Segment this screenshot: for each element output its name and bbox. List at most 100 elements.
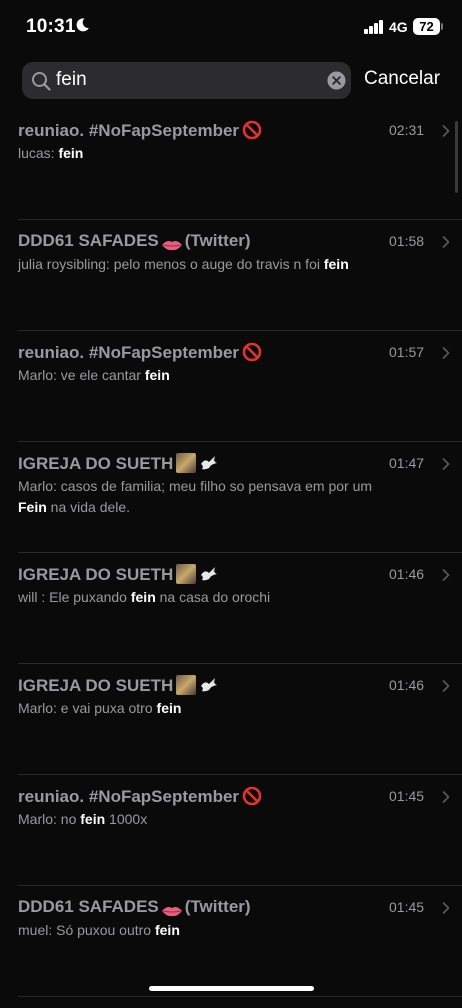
emoji-group bbox=[173, 564, 219, 584]
chevron-right-icon bbox=[442, 125, 450, 137]
message-time: 01:46 bbox=[389, 566, 425, 582]
chat-title-text: IGREJA DO SUETH bbox=[18, 676, 174, 695]
search-match: fein bbox=[154, 922, 180, 938]
chevron-right-icon bbox=[442, 347, 450, 359]
search-match: fein bbox=[323, 256, 349, 272]
message-time: 01:46 bbox=[389, 677, 425, 693]
chat-title-text: reuniao. #NoFapSeptember bbox=[18, 343, 240, 362]
lips-icon bbox=[161, 236, 183, 250]
row-separator bbox=[18, 441, 462, 442]
battery-icon: 72 bbox=[413, 18, 440, 35]
row-separator bbox=[18, 996, 462, 997]
search-match: fein bbox=[80, 811, 106, 827]
message-text-before: ve ele cantar bbox=[60, 367, 141, 383]
emoji-group bbox=[173, 675, 219, 695]
row-separator bbox=[18, 663, 462, 664]
clear-icon[interactable] bbox=[327, 71, 346, 90]
message-snippet: Marlo: no fein 1000x bbox=[18, 809, 398, 830]
message-snippet: julia roysibling: pelo menos o auge do t… bbox=[18, 254, 398, 275]
search-result-row[interactable]: DDD61 SAFADES (Twitter) julia roysibling: … bbox=[0, 231, 462, 342]
chevron-right-icon bbox=[442, 569, 450, 581]
search-match: fein bbox=[144, 367, 170, 383]
chat-title-suffix: (Twitter) bbox=[184, 231, 251, 250]
message-snippet: Marlo: casos de familia; meu filho so pe… bbox=[18, 476, 398, 518]
search-result-row[interactable]: reuniao. #NoFapSeptember Marlo: ve ele ca… bbox=[0, 342, 462, 453]
picture-icon bbox=[176, 564, 197, 584]
message-sender: Marlo: bbox=[18, 478, 57, 494]
message-text-before: casos de familia; meu filho so pensava e… bbox=[60, 478, 373, 494]
chevron-right-icon bbox=[442, 791, 450, 803]
message-snippet: lucas: fein bbox=[18, 143, 398, 164]
search-result-row[interactable]: reuniao. #NoFapSeptember Marlo: no fein 1… bbox=[0, 786, 462, 897]
search-result-row[interactable]: IGREJA DO SUETH Marlo: e vai puxa otro fe… bbox=[0, 675, 462, 786]
message-text-before: Ele puxando bbox=[49, 589, 127, 605]
search-match: fein bbox=[130, 589, 156, 605]
signal-icon bbox=[364, 20, 384, 34]
message-text-before: pelo menos o auge do travis n foi bbox=[113, 256, 320, 272]
message-time: 01:57 bbox=[389, 344, 425, 360]
chat-title-text: reuniao. #NoFapSeptember bbox=[18, 121, 240, 140]
home-indicator[interactable] bbox=[149, 986, 314, 991]
chat-title: IGREJA DO SUETH bbox=[18, 564, 219, 585]
search-result-row[interactable]: reuniao. #NoFapSeptember lucas: fein 02:3… bbox=[0, 120, 462, 231]
status-bar: 10:31 4G 72 bbox=[0, 0, 462, 56]
row-separator bbox=[18, 774, 462, 775]
no-entry-icon bbox=[242, 342, 262, 362]
message-sender: lucas: bbox=[18, 145, 55, 161]
chat-title: DDD61 SAFADES (Twitter) bbox=[18, 231, 251, 251]
search-input[interactable]: fein bbox=[56, 69, 87, 91]
message-time: 02:31 bbox=[389, 122, 425, 138]
search-result-row[interactable]: IGREJA DO SUETH will : Ele puxando fein n… bbox=[0, 564, 462, 675]
message-sender: muel: bbox=[18, 922, 53, 938]
message-text-before: Só puxou outro bbox=[56, 922, 152, 938]
search-result-row[interactable]: DDD61 SAFADES (Twitter) muel: Só puxou out… bbox=[0, 897, 462, 1008]
search-match: fein bbox=[156, 700, 182, 716]
search-bar[interactable]: fein bbox=[22, 62, 351, 99]
network-label: 4G bbox=[389, 19, 408, 35]
message-sender: Marlo: bbox=[18, 700, 57, 716]
chat-title: reuniao. #NoFapSeptember bbox=[18, 786, 262, 807]
chat-title: IGREJA DO SUETH bbox=[18, 453, 219, 474]
chevron-right-icon bbox=[442, 680, 450, 692]
lips-icon bbox=[161, 902, 183, 916]
message-text-before: e vai puxa otro bbox=[60, 700, 153, 716]
picture-icon bbox=[176, 453, 197, 473]
chat-title-text: IGREJA DO SUETH bbox=[18, 454, 174, 473]
chat-title-text: DDD61 SAFADES bbox=[18, 231, 159, 250]
row-separator bbox=[18, 885, 462, 886]
cancel-button[interactable]: Cancelar bbox=[364, 68, 440, 90]
message-snippet: will : Ele puxando fein na casa do oroch… bbox=[18, 587, 398, 608]
message-text-after: na vida dele. bbox=[50, 499, 131, 515]
status-time: 10:31 bbox=[26, 16, 76, 37]
no-entry-icon bbox=[242, 786, 262, 806]
message-time: 01:45 bbox=[389, 788, 425, 804]
message-sender: will : bbox=[18, 589, 46, 605]
message-time: 01:47 bbox=[389, 455, 425, 471]
dove-icon bbox=[199, 565, 219, 583]
message-text-after: 1000x bbox=[109, 811, 148, 827]
row-separator bbox=[18, 219, 462, 220]
message-sender: julia roysibling: bbox=[18, 256, 110, 272]
message-sender: Marlo: bbox=[18, 811, 57, 827]
chevron-right-icon bbox=[442, 902, 450, 914]
battery-tip bbox=[441, 23, 443, 30]
emoji-group bbox=[173, 453, 219, 473]
dove-icon bbox=[199, 676, 219, 694]
chevron-right-icon bbox=[442, 236, 450, 248]
dove-icon bbox=[199, 454, 219, 472]
moon-icon bbox=[76, 18, 89, 32]
message-sender: Marlo: bbox=[18, 367, 57, 383]
chat-title: reuniao. #NoFapSeptember bbox=[18, 120, 262, 141]
search-match: Fein bbox=[18, 499, 47, 515]
message-text-before: no bbox=[60, 811, 77, 827]
no-entry-icon bbox=[242, 120, 262, 140]
search-match: fein bbox=[58, 145, 84, 161]
search-result-row[interactable]: IGREJA DO SUETH Marlo: casos de familia; … bbox=[0, 453, 462, 564]
chat-title-suffix: (Twitter) bbox=[184, 897, 251, 916]
chat-title-text: IGREJA DO SUETH bbox=[18, 565, 174, 584]
row-separator bbox=[18, 552, 462, 553]
message-time: 01:58 bbox=[389, 233, 425, 249]
picture-icon bbox=[176, 675, 197, 695]
message-time: 01:45 bbox=[389, 899, 425, 915]
scrollbar[interactable] bbox=[455, 121, 458, 193]
